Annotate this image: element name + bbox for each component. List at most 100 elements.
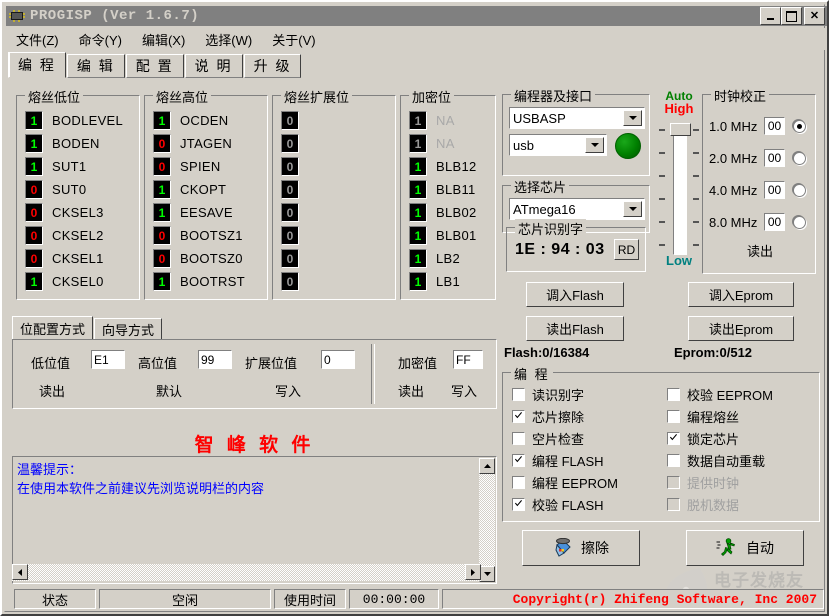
fuse-write-button[interactable]: 写入 [275, 381, 301, 400]
erase-button[interactable]: 擦除 [522, 530, 640, 566]
subtab-bit-config[interactable]: 位配置方式 [12, 316, 93, 340]
log-scroll-left-button[interactable] [12, 564, 28, 580]
lock-bit-7[interactable]: 1 [409, 272, 427, 291]
fuse-ext-bit-1[interactable]: 0 [281, 134, 299, 153]
log-hscroll[interactable] [12, 564, 481, 581]
option-program-eeprom[interactable]: 编程 EEPROM [512, 473, 618, 491]
fuse-low-bit-4[interactable]: 0 [25, 203, 43, 222]
clock-value-3[interactable]: 00 [764, 213, 785, 231]
checkbox-verify-eeprom[interactable] [667, 388, 680, 401]
tab-config[interactable]: 配 置 [126, 54, 184, 78]
fuse-high-bit-4[interactable]: 1 [153, 203, 171, 222]
lock-bit-0[interactable]: 1 [409, 111, 427, 130]
maximize-button[interactable] [781, 7, 802, 25]
speed-slider-thumb[interactable] [670, 123, 691, 136]
fuse-low-bit-5[interactable]: 0 [25, 226, 43, 245]
fuse-low-bit-0[interactable]: 1 [25, 111, 43, 130]
close-button[interactable]: ✕ [804, 7, 825, 25]
log-scroll-down-button[interactable] [479, 566, 495, 582]
option-read-id[interactable]: 读识别字 [512, 385, 584, 403]
fuse-ext-bit-2[interactable]: 0 [281, 157, 299, 176]
lock-value-input[interactable]: FF [453, 350, 483, 369]
checkbox-program-eeprom[interactable] [512, 476, 525, 489]
checkbox-program-fuse[interactable] [667, 410, 680, 423]
fuse-high-bit-2[interactable]: 0 [153, 157, 171, 176]
chip-select-dropdown-button[interactable] [623, 201, 642, 217]
lock-read-button[interactable]: 读出 [398, 381, 424, 400]
fuse-low-bit-1[interactable]: 1 [25, 134, 43, 153]
chip-select-dropdown[interactable]: ATmega16 [509, 198, 645, 220]
fuse-high-bit-1[interactable]: 0 [153, 134, 171, 153]
programmer-device-select[interactable]: USBASP [509, 107, 645, 129]
clock-value-2[interactable]: 00 [764, 181, 785, 199]
option-program-fuse[interactable]: 编程熔丝 [667, 407, 739, 425]
option-auto-reload[interactable]: 数据自动重载 [667, 451, 765, 469]
fuse-high-bit-6[interactable]: 0 [153, 249, 171, 268]
menu-item-command[interactable]: 命令(Y) [69, 29, 132, 50]
clock-read-button[interactable]: 读出 [703, 241, 817, 260]
checkbox-read-id[interactable] [512, 388, 525, 401]
menu-item-file[interactable]: 文件(Z) [6, 29, 69, 50]
fuse-ext-bit-6[interactable]: 0 [281, 249, 299, 268]
programmer-port-dropdown-button[interactable] [585, 137, 604, 153]
fuse-default-button[interactable]: 默认 [156, 381, 182, 400]
fuse-ext-value-input[interactable]: 0 [321, 350, 355, 369]
lock-bit-4[interactable]: 1 [409, 203, 427, 222]
tab-upgrade[interactable]: 升 级 [244, 54, 302, 78]
option-verify-flash[interactable]: 校验 FLASH [512, 495, 604, 513]
fuse-ext-bit-0[interactable]: 0 [281, 111, 299, 130]
chip-id-read-button[interactable]: RD [614, 239, 639, 260]
fuse-low-value-input[interactable]: E1 [91, 350, 125, 369]
fuse-ext-bit-3[interactable]: 0 [281, 180, 299, 199]
lock-bit-3[interactable]: 1 [409, 180, 427, 199]
lock-bit-5[interactable]: 1 [409, 226, 427, 245]
programmer-device-dropdown-button[interactable] [623, 110, 642, 126]
load-eprom-button[interactable]: 调入Eprom [688, 282, 794, 307]
option-chip-erase[interactable]: 芯片擦除 [512, 407, 584, 425]
lock-bit-6[interactable]: 1 [409, 249, 427, 268]
clock-radio-3[interactable] [793, 216, 806, 229]
fuse-high-bit-5[interactable]: 0 [153, 226, 171, 245]
log-scroll-right-button[interactable] [465, 564, 481, 580]
read-flash-button[interactable]: 读出Flash [526, 316, 624, 341]
fuse-low-bit-6[interactable]: 0 [25, 249, 43, 268]
lock-write-button[interactable]: 写入 [451, 381, 477, 400]
log-vscroll-track[interactable] [479, 458, 495, 582]
programmer-port-select[interactable]: usb [509, 134, 607, 156]
fuse-high-value-input[interactable]: 99 [198, 350, 232, 369]
option-program-flash[interactable]: 编程 FLASH [512, 451, 604, 469]
auto-button[interactable]: 自动 [686, 530, 804, 566]
log-scroll-up-button[interactable] [479, 458, 495, 474]
checkbox-lock-chip[interactable] [667, 432, 680, 445]
option-blank-check[interactable]: 空片检查 [512, 429, 584, 447]
checkbox-auto-reload[interactable] [667, 454, 680, 467]
clock-radio-2[interactable] [793, 184, 806, 197]
checkbox-program-flash[interactable] [512, 454, 525, 467]
option-verify-eeprom[interactable]: 校验 EEPROM [667, 385, 773, 403]
fuse-high-bit-3[interactable]: 1 [153, 180, 171, 199]
minimize-button[interactable] [760, 7, 781, 25]
fuse-low-bit-3[interactable]: 0 [25, 180, 43, 199]
option-lock-chip[interactable]: 锁定芯片 [667, 429, 739, 447]
menu-item-select[interactable]: 选择(W) [195, 29, 262, 50]
fuse-ext-bit-4[interactable]: 0 [281, 203, 299, 222]
subtab-wizard[interactable]: 向导方式 [94, 318, 162, 340]
clock-radio-1[interactable] [793, 152, 806, 165]
fuse-ext-bit-7[interactable]: 0 [281, 272, 299, 291]
clock-value-1[interactable]: 00 [764, 149, 785, 167]
fuse-low-bit-7[interactable]: 1 [25, 272, 43, 291]
tab-help[interactable]: 说 明 [185, 54, 243, 78]
clock-radio-0[interactable] [793, 120, 806, 133]
fuse-low-bit-2[interactable]: 1 [25, 157, 43, 176]
log-hscroll-track[interactable] [12, 564, 481, 581]
menu-item-edit[interactable]: 编辑(X) [132, 29, 195, 50]
fuse-high-bit-0[interactable]: 1 [153, 111, 171, 130]
speed-slider-track[interactable] [673, 123, 687, 255]
load-flash-button[interactable]: 调入Flash [526, 282, 624, 307]
checkbox-blank-check[interactable] [512, 432, 525, 445]
tab-program[interactable]: 编 程 [8, 52, 66, 78]
menu-item-about[interactable]: 关于(V) [262, 29, 325, 50]
checkbox-verify-flash[interactable] [512, 498, 525, 511]
fuse-ext-bit-5[interactable]: 0 [281, 226, 299, 245]
checkbox-chip-erase[interactable] [512, 410, 525, 423]
